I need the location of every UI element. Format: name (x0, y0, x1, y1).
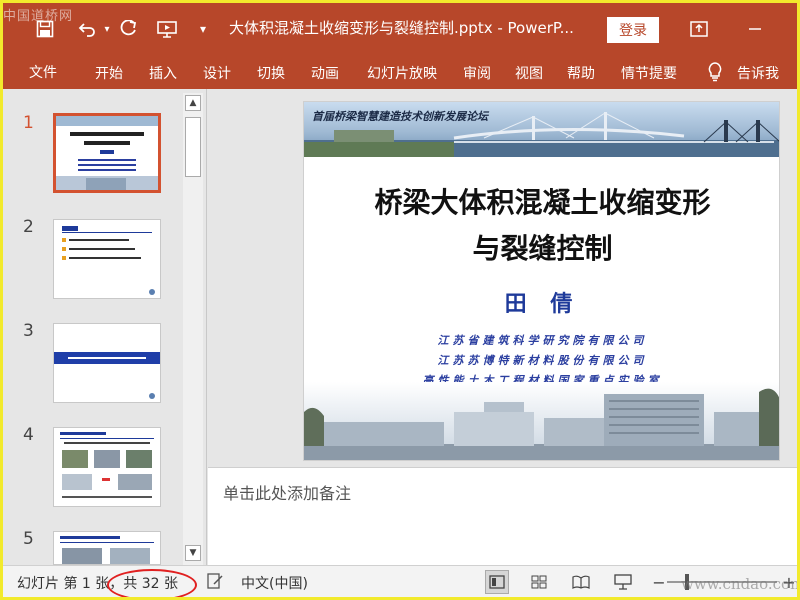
tab-home[interactable]: 开始 (95, 63, 123, 83)
accessibility-check-icon[interactable] (203, 569, 227, 593)
slide-editor: 首届桥梁智慧建造技术创新发展论坛 桥梁大体积混凝土收缩变形 与裂缝控制 田 倩 … (208, 89, 797, 467)
powerpoint-window: 中国道桥网 ▾ ▾ 大体积混凝土收缩变形与裂缝控制.pptx - PowerP.… (0, 0, 800, 600)
slideshow-view-icon[interactable] (611, 570, 635, 594)
annotation-circle (107, 569, 197, 597)
tab-animations[interactable]: 动画 (311, 63, 339, 83)
tab-file[interactable]: 文件 (3, 55, 83, 89)
lightbulb-icon[interactable] (703, 60, 727, 84)
banner-text: 首届桥梁智慧建造技术创新发展论坛 (312, 110, 488, 123)
slide-thumbnail-pane[interactable]: 1 2 3 4 5 ▲ ▼ (3, 89, 207, 565)
title-bar: 中国道桥网 ▾ ▾ 大体积混凝土收缩变形与裂缝控制.pptx - PowerP.… (3, 3, 797, 55)
watermark-text: www.cndao.com (681, 575, 800, 593)
document-title: 大体积混凝土收缩变形与裂缝控制.pptx - PowerP... (229, 19, 574, 37)
normal-view-icon[interactable] (485, 570, 509, 594)
slide-title[interactable]: 桥梁大体积混凝土收缩变形 与裂缝控制 (304, 180, 779, 272)
tab-design[interactable]: 设计 (203, 63, 231, 83)
slide-number: 4 (23, 425, 34, 445)
tell-me-box[interactable]: 告诉我 (737, 63, 779, 83)
slide-thumbnail-4[interactable] (53, 427, 161, 507)
current-slide[interactable]: 首届桥梁智慧建造技术创新发展论坛 桥梁大体积混凝土收缩变形 与裂缝控制 田 倩 … (303, 101, 780, 461)
ribbon-display-options-icon[interactable] (687, 17, 711, 41)
tab-slideshow[interactable]: 幻灯片放映 (367, 63, 437, 83)
tab-help[interactable]: 帮助 (567, 63, 595, 83)
notes-pane[interactable]: 单击此处添加备注 (208, 467, 797, 565)
scroll-up-arrow-icon[interactable]: ▲ (185, 95, 201, 111)
tab-view[interactable]: 视图 (515, 63, 543, 83)
slide-thumbnail-2[interactable] (53, 219, 161, 299)
slide-number: 5 (23, 529, 34, 549)
slide-number: 3 (23, 321, 34, 341)
slide-thumbnail-5[interactable] (53, 531, 161, 565)
undo-icon[interactable] (75, 17, 99, 41)
reading-view-icon[interactable] (569, 570, 593, 594)
slide-thumbnail-3[interactable] (53, 323, 161, 403)
thumbnail-scrollbar[interactable]: ▲ ▼ (183, 93, 203, 565)
scroll-down-arrow-icon[interactable]: ▼ (185, 545, 201, 561)
minimize-icon[interactable] (743, 17, 767, 41)
ribbon-tabs: 文件 开始 插入 设计 切换 动画 幻灯片放映 审阅 视图 帮助 情节提要 告诉… (3, 55, 797, 89)
language-status[interactable]: 中文(中国) (241, 573, 308, 593)
undo-dropdown-icon[interactable]: ▾ (101, 23, 113, 35)
building-photo (304, 382, 779, 460)
slide-banner: 首届桥梁智慧建造技术创新发展论坛 (304, 102, 779, 157)
login-button[interactable]: 登录 (607, 17, 659, 43)
present-from-start-icon[interactable] (155, 17, 179, 41)
slide-number: 2 (23, 217, 34, 237)
slide-author[interactable]: 田 倩 (304, 286, 779, 318)
tab-storyboarding[interactable]: 情节提要 (621, 63, 677, 83)
scrollbar-thumb[interactable] (185, 117, 201, 177)
save-icon[interactable] (33, 17, 57, 41)
customize-dropdown-icon[interactable]: ▾ (191, 17, 215, 41)
slide-sorter-icon[interactable] (527, 570, 551, 594)
slide-title-line: 桥梁大体积混凝土收缩变形 (374, 186, 711, 219)
affiliation-line: 江苏省建筑科学研究院有限公司 (437, 334, 648, 347)
affiliation-line: 江苏苏博特新材料股份有限公司 (437, 354, 648, 367)
tab-insert[interactable]: 插入 (149, 63, 177, 83)
notes-placeholder[interactable]: 单击此处添加备注 (223, 480, 351, 504)
slide-number: 1 (23, 113, 34, 133)
tab-transitions[interactable]: 切换 (257, 63, 285, 83)
tab-review[interactable]: 审阅 (463, 63, 491, 83)
redo-icon[interactable] (117, 17, 141, 41)
slide-thumbnail-1[interactable] (53, 113, 161, 193)
slide-title-line: 与裂缝控制 (472, 232, 613, 265)
